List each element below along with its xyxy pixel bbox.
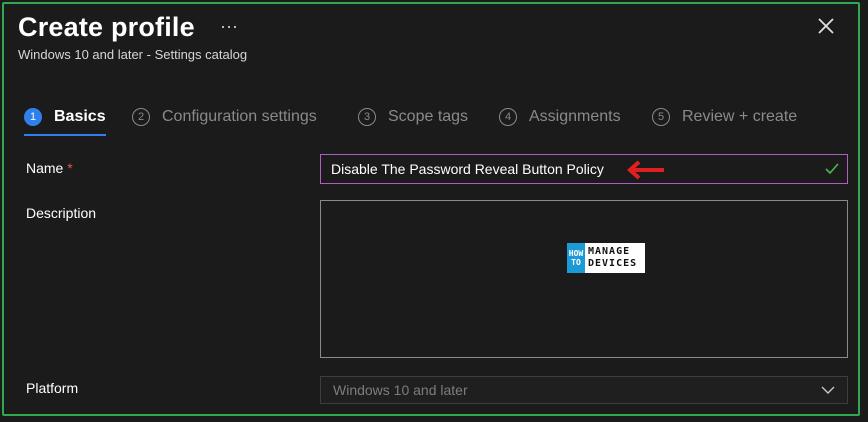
step-label: Review + create xyxy=(682,108,798,125)
name-label-text: Name xyxy=(26,160,64,176)
step-number: 2 xyxy=(132,108,150,126)
description-label: Description xyxy=(26,205,97,221)
more-options-button[interactable]: ··· xyxy=(220,16,238,37)
step-number: 5 xyxy=(652,108,670,126)
step-basics[interactable]: 1 Basics xyxy=(24,108,106,136)
platform-label: Platform xyxy=(26,380,79,396)
logo-devices-text: DEVICES xyxy=(588,258,638,269)
check-icon xyxy=(825,163,839,175)
page-title: Create profile xyxy=(18,12,195,42)
active-step-underline xyxy=(24,134,106,136)
step-scope-tags[interactable]: 3 Scope tags xyxy=(358,108,468,126)
step-number: 3 xyxy=(358,108,376,126)
howtomanagedevices-logo: HOW TO MANAGE DEVICES xyxy=(567,243,645,273)
name-field[interactable]: Disable The Password Reveal Button Polic… xyxy=(320,154,848,184)
logo-how-block: HOW TO xyxy=(567,243,585,273)
chevron-down-icon xyxy=(821,386,835,394)
step-number: 1 xyxy=(24,108,42,126)
logo-to-text: TO xyxy=(571,258,581,267)
step-review-create[interactable]: 5 Review + create xyxy=(652,108,797,126)
name-label: Name * xyxy=(26,160,73,176)
logo-manage-text: MANAGE xyxy=(588,246,631,257)
page-subtitle: Windows 10 and later - Settings catalog xyxy=(18,47,248,62)
create-profile-panel: Create profile ··· Windows 10 and later … xyxy=(2,2,860,416)
logo-text-block: MANAGE DEVICES xyxy=(585,246,637,270)
description-field[interactable]: HOW TO MANAGE DEVICES xyxy=(320,200,848,358)
step-label: Configuration settings xyxy=(162,108,317,125)
step-configuration-settings[interactable]: 2 Configuration settings xyxy=(132,108,317,126)
step-label: Basics xyxy=(54,108,106,125)
close-icon[interactable] xyxy=(816,16,836,36)
required-asterisk: * xyxy=(67,160,73,176)
red-arrow-icon xyxy=(626,160,664,180)
platform-select[interactable]: Windows 10 and later xyxy=(320,376,848,404)
step-label: Assignments xyxy=(529,108,621,125)
name-field-value: Disable The Password Reveal Button Polic… xyxy=(331,161,604,177)
platform-select-value: Windows 10 and later xyxy=(333,382,468,398)
logo-how-text: HOW xyxy=(568,249,584,258)
step-number: 4 xyxy=(499,108,517,126)
step-label: Scope tags xyxy=(388,108,469,125)
step-assignments[interactable]: 4 Assignments xyxy=(499,108,621,126)
